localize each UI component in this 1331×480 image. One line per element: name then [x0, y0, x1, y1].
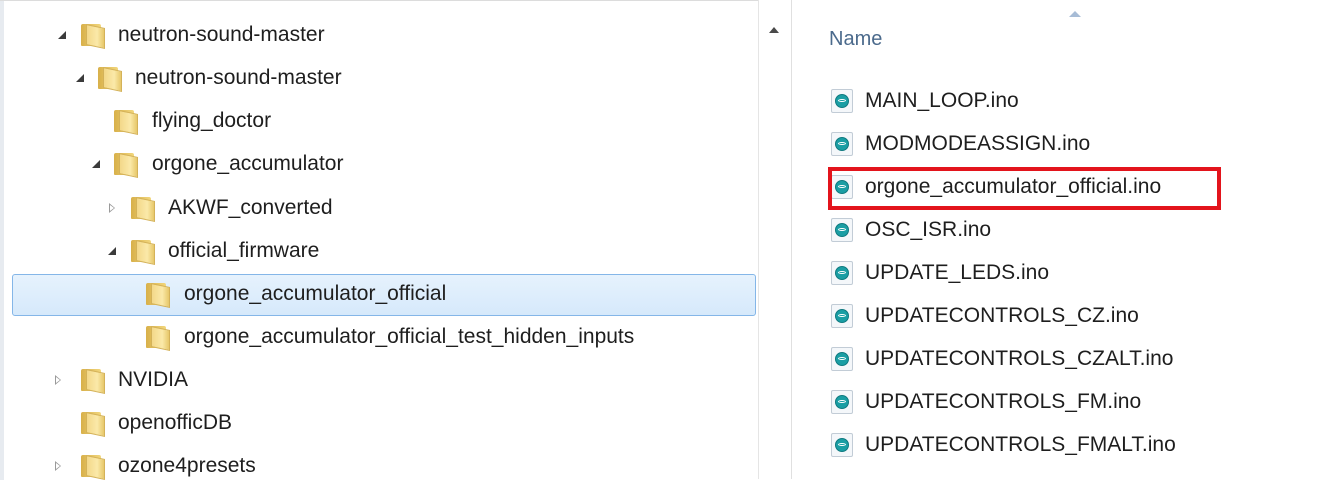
expand-arrow-icon[interactable] [56, 29, 68, 41]
sort-ascending-icon [1069, 11, 1081, 17]
folder-icon [110, 152, 140, 179]
arduino-file-icon [831, 132, 853, 156]
file-label: UPDATECONTROLS_FM.ino [865, 390, 1142, 413]
collapse-arrow-icon[interactable] [52, 374, 64, 386]
tree-item-orgone-accumulator-official-test[interactable]: orgone_accumulator_official_test_hidden_… [0, 317, 758, 357]
red-annotation-box [828, 167, 1221, 210]
collapse-arrow-icon[interactable] [106, 202, 118, 214]
tree-item-label: ozone4presets [118, 454, 256, 477]
file-label: MAIN_LOOP.ino [865, 89, 1019, 112]
file-label: UPDATECONTROLS_CZ.ino [865, 304, 1139, 327]
tree-item-openofficdb[interactable]: openofficDB [0, 403, 758, 443]
tree-item-orgone-accumulator-official[interactable]: orgone_accumulator_official [0, 274, 758, 316]
tree-item-label: orgone_accumulator_official_test_hidden_… [184, 325, 635, 348]
tree-item-ozone4presets[interactable]: ozone4presets [0, 446, 758, 480]
tree-item-label: openofficDB [118, 411, 233, 434]
tree-item-official-firmware[interactable]: official_firmware [0, 231, 758, 271]
file-label: MODMODEASSIGN.ino [865, 132, 1091, 155]
folder-icon [127, 239, 157, 266]
arduino-file-icon [831, 218, 853, 242]
arduino-file-icon [831, 89, 853, 113]
file-list-pane[interactable]: Name MAIN_LOOP.ino MODMODEASSIGN.ino org… [791, 0, 1331, 479]
tree-item-label: AKWF_converted [168, 196, 333, 219]
arduino-file-icon [831, 304, 853, 328]
tree-item-label: neutron-sound-master [118, 23, 325, 46]
folder-icon [77, 23, 107, 50]
tree-item-neutron-sound-master-inner[interactable]: neutron-sound-master [0, 58, 758, 98]
tree-item-label: neutron-sound-master [135, 66, 342, 89]
folder-icon [127, 196, 157, 223]
file-label: UPDATE_LEDS.ino [865, 261, 1050, 284]
tree-item-flying-doctor[interactable]: flying_doctor [0, 101, 758, 141]
file-label: UPDATECONTROLS_CZALT.ino [865, 347, 1174, 370]
name-column-header[interactable]: Name [829, 28, 882, 51]
folder-icon [94, 66, 124, 93]
arduino-file-icon [831, 261, 853, 285]
tree-item-neutron-sound-master[interactable]: neutron-sound-master [0, 15, 758, 55]
file-label: OSC_ISR.ino [865, 218, 992, 241]
file-label: UPDATECONTROLS_FMALT.ino [865, 433, 1176, 456]
folder-icon [110, 109, 140, 136]
arduino-file-icon [831, 347, 853, 371]
folder-tree-pane[interactable]: neutron-sound-master neutron-sound-maste… [0, 0, 758, 480]
arduino-file-icon [831, 390, 853, 414]
scroll-up-arrow-icon[interactable] [769, 27, 779, 33]
tree-item-label: orgone_accumulator [152, 152, 344, 175]
tree-item-label: orgone_accumulator_official [184, 282, 447, 305]
tree-scrollbar[interactable] [758, 0, 792, 479]
folder-icon [142, 282, 172, 309]
folder-icon [142, 325, 172, 352]
tree-item-label: NVIDIA [118, 368, 189, 391]
tree-item-label: flying_doctor [152, 109, 272, 132]
expand-arrow-icon[interactable] [90, 158, 102, 170]
folder-icon [77, 368, 107, 395]
folder-icon [77, 411, 107, 438]
tree-item-label: official_firmware [168, 239, 320, 262]
arduino-file-icon [831, 433, 853, 457]
tree-item-nvidia[interactable]: NVIDIA [0, 360, 758, 400]
collapse-arrow-icon[interactable] [52, 460, 64, 472]
expand-arrow-icon[interactable] [74, 72, 86, 84]
expand-arrow-icon[interactable] [106, 245, 118, 257]
tree-item-orgone-accumulator[interactable]: orgone_accumulator [0, 144, 758, 184]
folder-icon [77, 454, 107, 480]
tree-item-akwf-converted[interactable]: AKWF_converted [0, 188, 758, 228]
